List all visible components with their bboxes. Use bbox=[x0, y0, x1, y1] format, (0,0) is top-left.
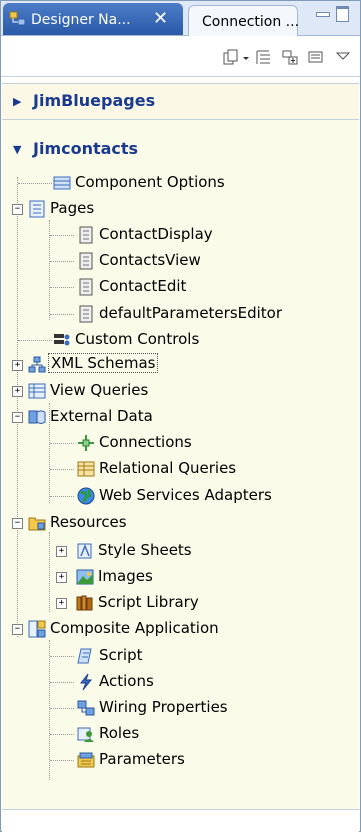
expand-xml-schemas-icon[interactable]: + bbox=[12, 360, 23, 371]
tree-item-label: Style Sheets bbox=[98, 541, 192, 559]
dropdown-arrow-icon[interactable] bbox=[242, 49, 250, 66]
section-title[interactable]: Jimcontacts bbox=[33, 139, 138, 158]
external-data-icon bbox=[28, 410, 46, 424]
view-queries-icon bbox=[28, 383, 46, 399]
tree-item-label: XML Schemas bbox=[48, 353, 159, 373]
tree-item-label: ContactDisplay bbox=[99, 225, 213, 243]
view-menu-icon[interactable] bbox=[336, 49, 350, 66]
tree-item-label: Wiring Properties bbox=[99, 698, 228, 716]
tree-item-label: Roles bbox=[99, 724, 140, 742]
globe-icon bbox=[77, 487, 95, 505]
style-sheets-icon bbox=[77, 543, 92, 559]
relational-queries-icon bbox=[77, 461, 95, 477]
composite-application-icon bbox=[28, 620, 46, 638]
expanded-triangle-icon[interactable]: ▼ bbox=[13, 143, 21, 156]
expand-script-library-icon[interactable]: + bbox=[56, 598, 67, 609]
expand-view-queries-icon[interactable]: + bbox=[12, 386, 23, 397]
collapsed-triangle-icon[interactable]: ▶ bbox=[13, 95, 21, 108]
tree-item-label: defaultParametersEditor bbox=[99, 304, 283, 322]
resources-icon bbox=[28, 517, 46, 531]
expand-style-sheets-icon[interactable]: + bbox=[56, 546, 67, 557]
tree-item-label: ContactEdit bbox=[99, 277, 187, 295]
tab-bar: Designer Na... ✕ Connection ... bbox=[1, 1, 360, 36]
connections-icon bbox=[78, 435, 94, 451]
collapse-composite-application-icon[interactable]: − bbox=[12, 624, 23, 635]
tab-label: Connection ... bbox=[202, 14, 300, 30]
page-icon bbox=[79, 278, 93, 296]
tree-item-label: Script bbox=[99, 646, 143, 664]
tree-item-label: Connections bbox=[99, 433, 192, 451]
pages-icon bbox=[29, 200, 45, 218]
tree-item-label: Pages bbox=[50, 199, 95, 217]
close-tab-icon[interactable]: ✕ bbox=[153, 8, 168, 29]
tree-item-label: Relational Queries bbox=[99, 459, 237, 477]
tree-item-label: External Data bbox=[50, 407, 153, 425]
tree-item-label: Resources bbox=[50, 513, 127, 531]
tree-item-label: Actions bbox=[99, 672, 154, 690]
expand-images-icon[interactable]: + bbox=[56, 572, 67, 583]
tree-item-label: ContactsView bbox=[99, 251, 201, 269]
collapse-icon[interactable] bbox=[255, 49, 273, 66]
parameters-icon bbox=[77, 752, 95, 768]
page-icon bbox=[79, 226, 93, 244]
tab-label: Designer Na... bbox=[31, 12, 131, 28]
new-icon[interactable] bbox=[222, 49, 240, 66]
tab-designer-navigator[interactable]: Designer Na... ✕ bbox=[3, 3, 183, 35]
roles-icon bbox=[77, 727, 94, 742]
panel-footer bbox=[2, 809, 359, 832]
tree-item-label: Web Services Adapters bbox=[99, 486, 272, 504]
page-icon bbox=[79, 305, 93, 323]
component-options-icon bbox=[53, 176, 71, 190]
tree-item-label: Parameters bbox=[99, 750, 185, 768]
collapse-resources-icon[interactable]: − bbox=[12, 518, 23, 529]
lightning-icon bbox=[79, 673, 93, 691]
tree-item-label: View Queries bbox=[50, 381, 149, 399]
window-controls bbox=[316, 6, 360, 24]
expand-icon[interactable] bbox=[281, 49, 299, 66]
xml-schemas-icon bbox=[28, 356, 46, 373]
images-icon bbox=[76, 569, 94, 585]
section-jimbluepages[interactable]: ▶ JimBluepages bbox=[2, 83, 359, 120]
page-icon bbox=[79, 252, 93, 270]
wiring-properties-icon bbox=[77, 700, 95, 716]
tab-connection[interactable]: Connection ... bbox=[188, 5, 300, 36]
script-icon bbox=[77, 648, 92, 664]
tree-item-label: Images bbox=[98, 567, 153, 585]
custom-controls-icon bbox=[54, 334, 70, 346]
view-toolbar bbox=[1, 36, 360, 77]
tree-item-label: Script Library bbox=[98, 593, 199, 611]
tree-item-label: Component Options bbox=[75, 173, 225, 191]
collapse-pages-icon[interactable]: − bbox=[12, 204, 23, 215]
collapse-external-data-icon[interactable]: − bbox=[12, 412, 23, 423]
tree-item-label: Custom Controls bbox=[75, 330, 200, 348]
designer-navigator-panel: Designer Na... ✕ Connection ... ▶ JimBlu… bbox=[0, 0, 361, 832]
maximize-icon[interactable] bbox=[336, 6, 349, 22]
script-library-icon bbox=[76, 595, 93, 611]
section-jimcontacts: ▼ Jimcontacts Component Options − Pages … bbox=[2, 119, 359, 810]
tree-item-label: Composite Application bbox=[50, 619, 219, 637]
minimize-icon[interactable] bbox=[316, 12, 330, 17]
designer-navigator-icon bbox=[9, 11, 26, 26]
filter-icon[interactable] bbox=[307, 49, 325, 66]
section-title: JimBluepages bbox=[33, 91, 156, 110]
